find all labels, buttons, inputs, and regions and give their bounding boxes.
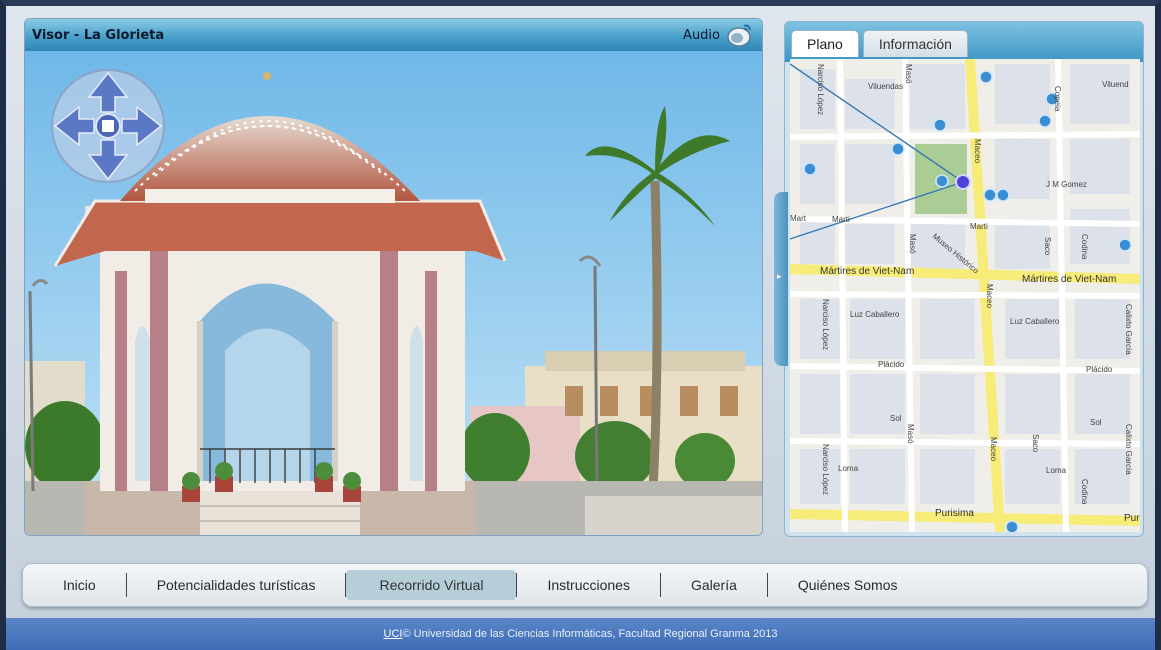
chevron-right-icon: ▸ [777, 272, 782, 282]
map-tabs: Plano Información [791, 30, 968, 57]
map-label: Narciso López [821, 444, 830, 495]
audio-control[interactable]: Audio [683, 22, 752, 48]
map-label: Plácido [878, 360, 905, 369]
map-label: Loma [838, 464, 859, 473]
viewer-title: Visor - La Glorieta [32, 27, 165, 43]
street-map[interactable]: Viluendas Viluend Mart Marti Marti J M G… [790, 59, 1140, 532]
map-label: Mart [790, 214, 807, 223]
navigation-pad[interactable] [49, 67, 167, 185]
map-label: Luz Caballero [850, 310, 900, 319]
map-label: Marti [832, 215, 850, 224]
map-label: Codina [1080, 479, 1089, 505]
map-label: Sol [1090, 418, 1102, 427]
nav-galeria[interactable]: Galería [661, 570, 767, 600]
nav-quienes-somos[interactable]: Quiénes Somos [768, 570, 928, 600]
map-label: Maceo [973, 139, 982, 164]
map-panel: Plano Información Viluendas Viluend Mart… [784, 21, 1144, 537]
speaker-icon[interactable] [726, 22, 752, 48]
map-label: Marti [970, 222, 988, 231]
map-label: Mártires de Viet-Nam [1022, 274, 1116, 285]
map-label: Pur [1124, 513, 1140, 524]
map-label: Purisima [935, 508, 974, 519]
map-label: Mártires de Viet-Nam [820, 266, 914, 277]
map-label: Calixto García [1124, 424, 1133, 475]
nav-recorrido-virtual[interactable]: Recorrido Virtual [346, 570, 517, 600]
panorama-viewer[interactable]: Visor - La Glorieta Audio [24, 18, 763, 536]
map-view[interactable]: Viluendas Viluend Mart Marti Marti J M G… [790, 59, 1140, 532]
map-label: Masó [908, 234, 917, 254]
map-label: Calixto García [1124, 304, 1133, 355]
map-label: Sol [890, 414, 902, 423]
tab-informacion[interactable]: Información [862, 30, 968, 57]
footer-text: © Universidad de las Ciencias Informátic… [402, 628, 778, 640]
footer: UCI © Universidad de las Ciencias Inform… [6, 618, 1155, 650]
map-label: Loma [1046, 466, 1067, 475]
main-nav: Inicio Potencialidades turísticas Recorr… [22, 563, 1148, 607]
map-label: Masó [904, 64, 913, 84]
map-label: Luz Caballero [1010, 317, 1060, 326]
viewer-header: Visor - La Glorieta Audio [25, 19, 762, 51]
map-label: Narciso López [816, 64, 825, 115]
uci-link[interactable]: UCI [384, 628, 403, 640]
map-label: Maceo [985, 284, 994, 309]
map-label: Codina [1080, 234, 1089, 260]
nav-instrucciones[interactable]: Instrucciones [517, 570, 659, 600]
map-label: Narciso López [821, 299, 830, 350]
map-label: Masó [906, 424, 915, 444]
panel-toggle-handle[interactable]: ▸ [774, 192, 788, 366]
map-label: Viluendas [868, 82, 903, 91]
audio-label[interactable]: Audio [683, 28, 720, 43]
map-label: Saco [1031, 434, 1040, 453]
map-label: Plácido [1086, 365, 1113, 374]
map-label: J M Gomez [1046, 180, 1087, 189]
map-label: Copeia [1053, 86, 1062, 112]
nav-potencialidades[interactable]: Potencialidades turísticas [127, 570, 346, 600]
map-label: Saco [1043, 237, 1052, 256]
map-label: Viluend [1102, 80, 1129, 89]
map-label: Maceo [989, 437, 998, 462]
app-window: Visor - La Glorieta Audio ▸ Plano Inform… [0, 0, 1161, 650]
nav-inicio[interactable]: Inicio [43, 570, 126, 600]
tab-plano[interactable]: Plano [791, 30, 859, 57]
